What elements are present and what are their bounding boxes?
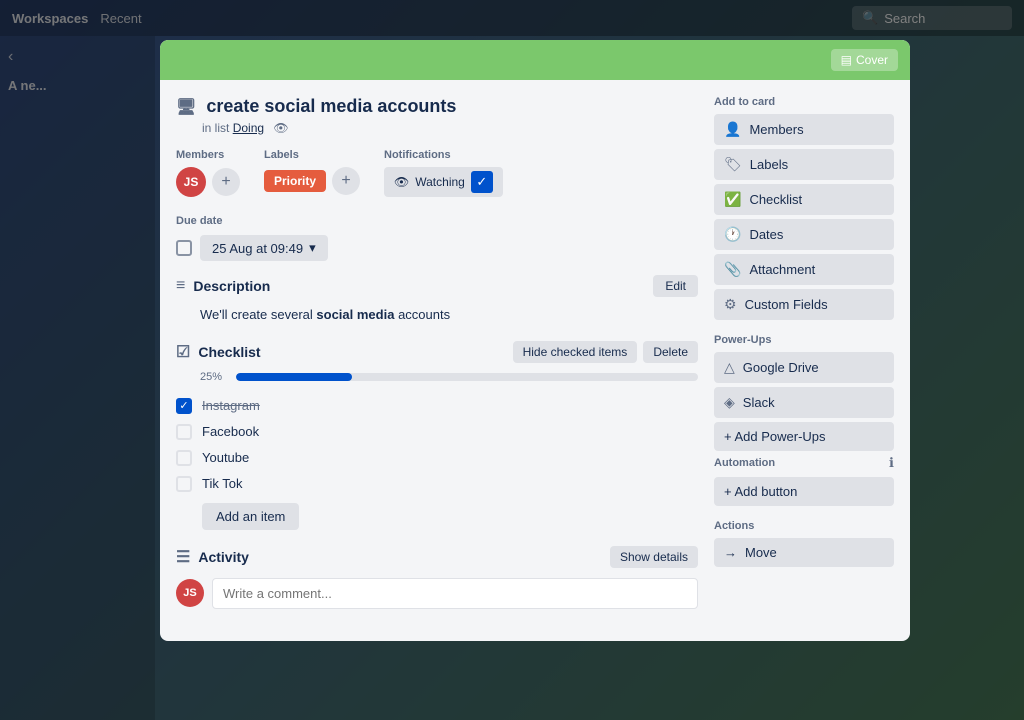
- dates-sidebar-btn[interactable]: 🕐 Dates: [714, 219, 894, 250]
- progress-track: [236, 373, 698, 381]
- add-item-btn[interactable]: Add an item: [202, 503, 299, 530]
- progress-bar-row: 25%: [200, 371, 698, 383]
- add-power-ups-btn[interactable]: + Add Power-Ups: [714, 422, 894, 451]
- card-title: create social media accounts: [206, 96, 456, 117]
- labels-group: Labels Priority +: [264, 149, 360, 197]
- checklist-label: Checklist: [198, 344, 260, 360]
- checklist-item-youtube: Youtube: [176, 445, 698, 471]
- checklist-item-instagram: ✓ Instagram: [176, 393, 698, 419]
- hide-checked-btn[interactable]: Hide checked items: [513, 341, 638, 363]
- checklist-item-tiktok: Tik Tok: [176, 471, 698, 497]
- members-label: Members: [176, 149, 240, 161]
- due-date-value: 25 Aug at 09:49: [212, 241, 303, 256]
- google-drive-btn[interactable]: △ Google Drive: [714, 352, 894, 383]
- checklist-sidebar-icon: ✅: [724, 191, 741, 208]
- edit-description-btn[interactable]: Edit: [653, 275, 698, 297]
- add-button-btn[interactable]: + Add button: [714, 477, 894, 506]
- modal-title-row: 🖥 create social media accounts: [176, 96, 698, 117]
- description-icon: ≡: [176, 277, 185, 295]
- move-btn[interactable]: → Move: [714, 538, 894, 567]
- labels-label: Labels: [264, 149, 360, 161]
- notifications-group: Notifications 👁 Watching ✓: [384, 149, 503, 197]
- meta-section: Members JS + Labels Priority + Notificat…: [176, 149, 698, 197]
- checklist-items: ✓ Instagram Facebook Youtube Tik Tok: [176, 393, 698, 497]
- due-date-chevron-icon: ▾: [309, 240, 316, 256]
- checklist-sidebar-btn[interactable]: ✅ Checklist: [714, 184, 894, 215]
- checklist-icon: ☑: [176, 342, 190, 362]
- watching-eye-icon: 👁: [394, 175, 409, 189]
- custom-fields-icon: ⚙: [724, 296, 737, 313]
- activity-icon: ☰: [176, 547, 190, 567]
- modal-main: 🖥 create social media accounts in list D…: [176, 96, 698, 625]
- watching-check: ✓: [471, 171, 493, 193]
- activity-input-row: JS: [176, 578, 698, 609]
- cover-icon: ▤: [841, 53, 852, 67]
- cover-button[interactable]: ▤ Cover: [831, 49, 898, 71]
- show-details-btn[interactable]: Show details: [610, 546, 698, 568]
- attachment-sidebar-btn[interactable]: 📎 Attachment: [714, 254, 894, 285]
- priority-badge[interactable]: Priority: [264, 170, 326, 192]
- automation-row: Automation ℹ: [714, 455, 894, 471]
- activity-avatar: JS: [176, 579, 204, 607]
- member-avatar[interactable]: JS: [176, 167, 206, 197]
- automation-title: Automation: [714, 457, 775, 469]
- google-drive-icon: △: [724, 359, 735, 376]
- due-date-label: Due date: [176, 215, 222, 227]
- description-text: We'll create several social media accoun…: [200, 305, 698, 325]
- instagram-label: Instagram: [202, 398, 260, 413]
- activity-section: ☰ Activity Show details JS: [176, 546, 698, 609]
- in-list-row: in list Doing 👁: [202, 121, 698, 135]
- checklist-item-facebook: Facebook: [176, 419, 698, 445]
- watch-eye-icon: 👁: [273, 121, 288, 135]
- add-label-btn[interactable]: +: [332, 167, 360, 195]
- progress-percent: 25%: [200, 371, 228, 383]
- labels-sidebar-btn[interactable]: 🏷 Labels: [714, 149, 894, 180]
- cover-bar: ▤ Cover: [160, 40, 910, 80]
- due-date-section: Due date 25 Aug at 09:49 ▾: [176, 211, 698, 261]
- card-modal: ▤ Cover 🖥 create social media accounts i…: [160, 40, 910, 641]
- description-label: Description: [193, 278, 270, 294]
- slack-btn[interactable]: ◈ Slack: [714, 387, 894, 418]
- facebook-checkbox[interactable]: [176, 424, 192, 440]
- add-to-card-title: Add to card: [714, 96, 894, 108]
- watching-label: Watching: [415, 175, 465, 189]
- checklist-section: ☑ Checklist Hide checked items Delete 25…: [176, 341, 698, 530]
- facebook-label: Facebook: [202, 424, 259, 439]
- move-icon: →: [724, 545, 737, 560]
- watching-badge[interactable]: 👁 Watching ✓: [384, 167, 503, 197]
- power-ups-title: Power-Ups: [714, 334, 894, 346]
- members-sidebar-icon: 👤: [724, 121, 741, 138]
- members-sidebar-btn[interactable]: 👤 Members: [714, 114, 894, 145]
- youtube-checkbox[interactable]: [176, 450, 192, 466]
- tiktok-checkbox[interactable]: [176, 476, 192, 492]
- youtube-label: Youtube: [202, 450, 249, 465]
- attachment-sidebar-icon: 📎: [724, 261, 741, 278]
- progress-fill: [236, 373, 352, 381]
- modal-sidebar: Add to card 👤 Members 🏷 Labels ✅ Checkli…: [714, 96, 894, 625]
- dates-sidebar-icon: 🕐: [724, 226, 741, 243]
- due-date-btn[interactable]: 25 Aug at 09:49 ▾: [200, 235, 328, 261]
- delete-checklist-btn[interactable]: Delete: [643, 341, 698, 363]
- slack-icon: ◈: [724, 394, 735, 411]
- tiktok-label: Tik Tok: [202, 476, 242, 491]
- add-member-btn[interactable]: +: [212, 168, 240, 196]
- description-section: ≡ Description Edit We'll create several …: [176, 275, 698, 325]
- due-date-checkbox[interactable]: [176, 240, 192, 256]
- comment-input[interactable]: [212, 578, 698, 609]
- list-link[interactable]: Doing: [233, 121, 264, 135]
- labels-sidebar-icon: 🏷: [724, 156, 742, 173]
- custom-fields-sidebar-btn[interactable]: ⚙ Custom Fields: [714, 289, 894, 320]
- card-type-icon: 🖥: [176, 97, 196, 117]
- members-group: Members JS +: [176, 149, 240, 197]
- activity-label: Activity: [198, 549, 249, 565]
- actions-title: Actions: [714, 520, 894, 532]
- info-icon: ℹ: [889, 455, 894, 471]
- instagram-checkbox[interactable]: ✓: [176, 398, 192, 414]
- notifications-label: Notifications: [384, 149, 503, 161]
